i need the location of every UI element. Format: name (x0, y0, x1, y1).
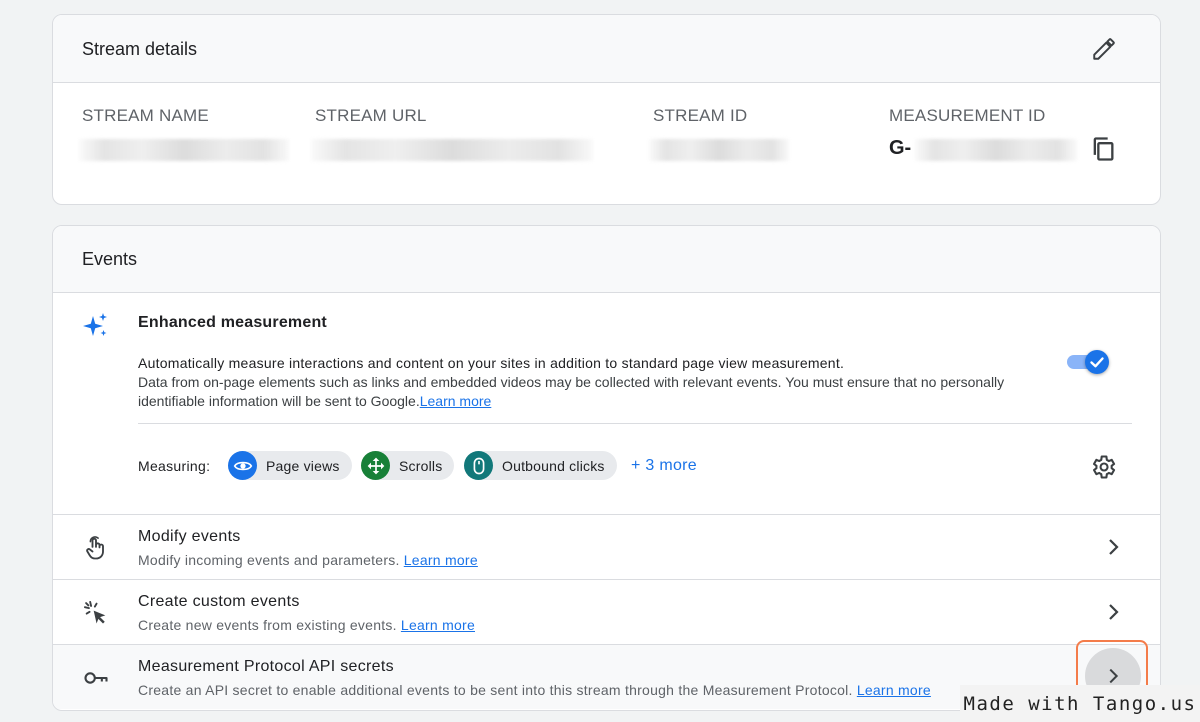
divider (138, 423, 1132, 424)
measurement-protocol-title: Measurement Protocol API secrets (138, 658, 394, 675)
tango-watermark: Made with Tango.us (960, 685, 1200, 722)
modify-events-row[interactable]: Modify events Modify incoming events and… (53, 514, 1160, 579)
events-title: Events (82, 249, 138, 269)
toggle-thumb (1085, 350, 1109, 374)
chip-page-views-label: Page views (266, 457, 340, 474)
scroll-arrows-icon (361, 451, 390, 480)
mouse-icon (464, 451, 493, 480)
chip-scrolls-label: Scrolls (399, 457, 443, 474)
modify-events-title: Modify events (138, 528, 241, 545)
create-custom-events-subtitle: Create new events from existing events. … (138, 617, 475, 633)
enhanced-measurement-line1: Automatically measure interactions and c… (138, 355, 845, 371)
events-header: Events (53, 226, 1160, 293)
stream-details-title: Stream details (82, 39, 198, 59)
touch-hand-icon (86, 536, 104, 560)
measurement-protocol-subtitle-text: Create an API secret to enable additiona… (138, 682, 853, 698)
stream-details-header: Stream details (53, 15, 1160, 83)
chevron-right-icon (1109, 668, 1119, 684)
create-custom-events-subtitle-text: Create new events from existing events. (138, 617, 397, 633)
chevron-right-icon (1109, 604, 1119, 620)
enhanced-measurement-toggle[interactable] (1067, 350, 1111, 374)
create-custom-events-title: Create custom events (138, 593, 300, 610)
stream-name-redacted (79, 139, 289, 161)
chevron-right-icon (1109, 539, 1119, 555)
check-icon (1090, 357, 1104, 368)
create-custom-events-learn-more-link[interactable]: Learn more (401, 617, 475, 633)
eye-icon (228, 451, 257, 480)
chip-outbound-clicks-label: Outbound clicks (502, 457, 605, 474)
modify-events-subtitle-text: Modify incoming events and parameters. (138, 552, 400, 568)
copy-icon[interactable] (1089, 135, 1117, 163)
click-sparkle-icon (83, 600, 106, 624)
stream-details-card: Stream details STREAM NAME STREAM URL ST… (52, 14, 1161, 205)
enhanced-measurement-title: Enhanced measurement (138, 314, 327, 331)
chip-scrolls[interactable]: Scrolls (361, 451, 455, 480)
stream-url-label: STREAM URL (315, 106, 427, 125)
stream-name-label: STREAM NAME (82, 106, 209, 125)
measurement-id-value: G- (889, 137, 912, 159)
edit-pencil-icon[interactable] (1091, 36, 1117, 62)
enhanced-measurement-learn-more-link[interactable]: Learn more (420, 393, 492, 409)
chip-page-views[interactable]: Page views (228, 451, 352, 480)
enhanced-measurement-description: Automatically measure interactions and c… (138, 354, 1063, 411)
sparkle-icon (83, 313, 107, 336)
chip-outbound-clicks[interactable]: Outbound clicks (464, 451, 617, 480)
gear-icon[interactable] (1089, 453, 1117, 481)
measurement-id-label: MEASUREMENT ID (889, 106, 1046, 125)
enhanced-measurement-line2: Data from on-page elements such as links… (138, 374, 1005, 409)
key-icon (84, 672, 108, 684)
events-card: Events Enhanced measurement Automaticall… (52, 225, 1161, 711)
measuring-label: Measuring: (138, 458, 211, 474)
stream-id-label: STREAM ID (653, 106, 748, 125)
stream-id-redacted (649, 139, 789, 161)
measurement-id-redacted (915, 139, 1077, 161)
modify-events-subtitle: Modify incoming events and parameters. L… (138, 552, 478, 568)
stream-url-redacted (311, 139, 593, 161)
measurement-protocol-subtitle: Create an API secret to enable additiona… (138, 682, 931, 698)
more-events-link[interactable]: + 3 more (631, 457, 697, 475)
modify-events-learn-more-link[interactable]: Learn more (404, 552, 478, 568)
measurement-protocol-learn-more-link[interactable]: Learn more (857, 682, 931, 698)
create-custom-events-row[interactable]: Create custom events Create new events f… (53, 579, 1160, 644)
